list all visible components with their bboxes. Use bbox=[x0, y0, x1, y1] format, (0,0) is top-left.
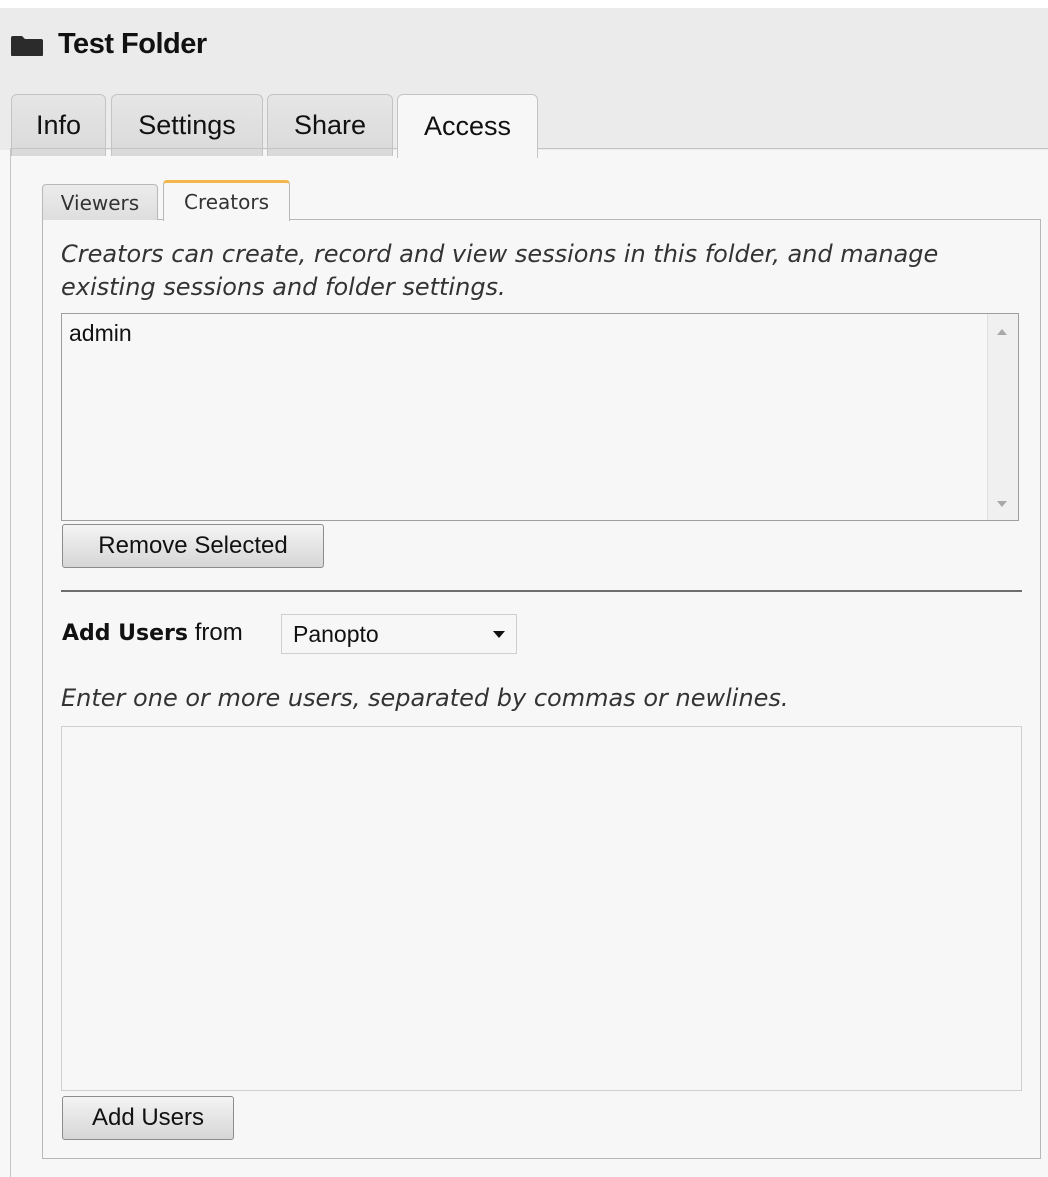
add-users-label: Add Users from bbox=[62, 619, 243, 647]
scroll-up-icon[interactable] bbox=[997, 329, 1007, 335]
subtab-creators[interactable]: Creators bbox=[163, 180, 290, 221]
provider-selected-value: Panopto bbox=[293, 621, 379, 647]
page-title: Test Folder bbox=[58, 28, 207, 60]
add-users-heading: Add Users bbox=[62, 621, 189, 646]
listbox-scrollbar[interactable] bbox=[987, 314, 1018, 520]
users-input[interactable] bbox=[61, 726, 1022, 1091]
scroll-down-icon[interactable] bbox=[997, 501, 1007, 507]
folder-header: Test Folder Info Settings Share Access bbox=[0, 0, 1048, 158]
list-item[interactable]: admin bbox=[69, 320, 132, 347]
tab-settings[interactable]: Settings bbox=[111, 94, 263, 156]
folder-icon bbox=[10, 35, 44, 62]
user-provider-select[interactable]: Panopto bbox=[281, 614, 517, 654]
chevron-down-icon bbox=[493, 631, 505, 638]
add-users-instructions: Enter one or more users, separated by co… bbox=[61, 684, 789, 712]
remove-selected-button[interactable]: Remove Selected bbox=[62, 524, 324, 568]
add-users-button[interactable]: Add Users bbox=[62, 1096, 234, 1140]
from-label: from bbox=[194, 619, 243, 646]
tab-info[interactable]: Info bbox=[11, 94, 106, 156]
creators-listbox[interactable]: admin bbox=[61, 313, 1019, 521]
folder-settings-window: Test Folder Info Settings Share Access V… bbox=[0, 0, 1048, 1177]
creators-description: Creators can create, record and view ses… bbox=[61, 240, 939, 301]
tab-access[interactable]: Access bbox=[397, 94, 538, 158]
section-divider bbox=[61, 590, 1022, 592]
content-border bbox=[10, 148, 11, 1177]
tab-share[interactable]: Share bbox=[267, 94, 393, 156]
subtab-viewers[interactable]: Viewers bbox=[42, 184, 158, 220]
